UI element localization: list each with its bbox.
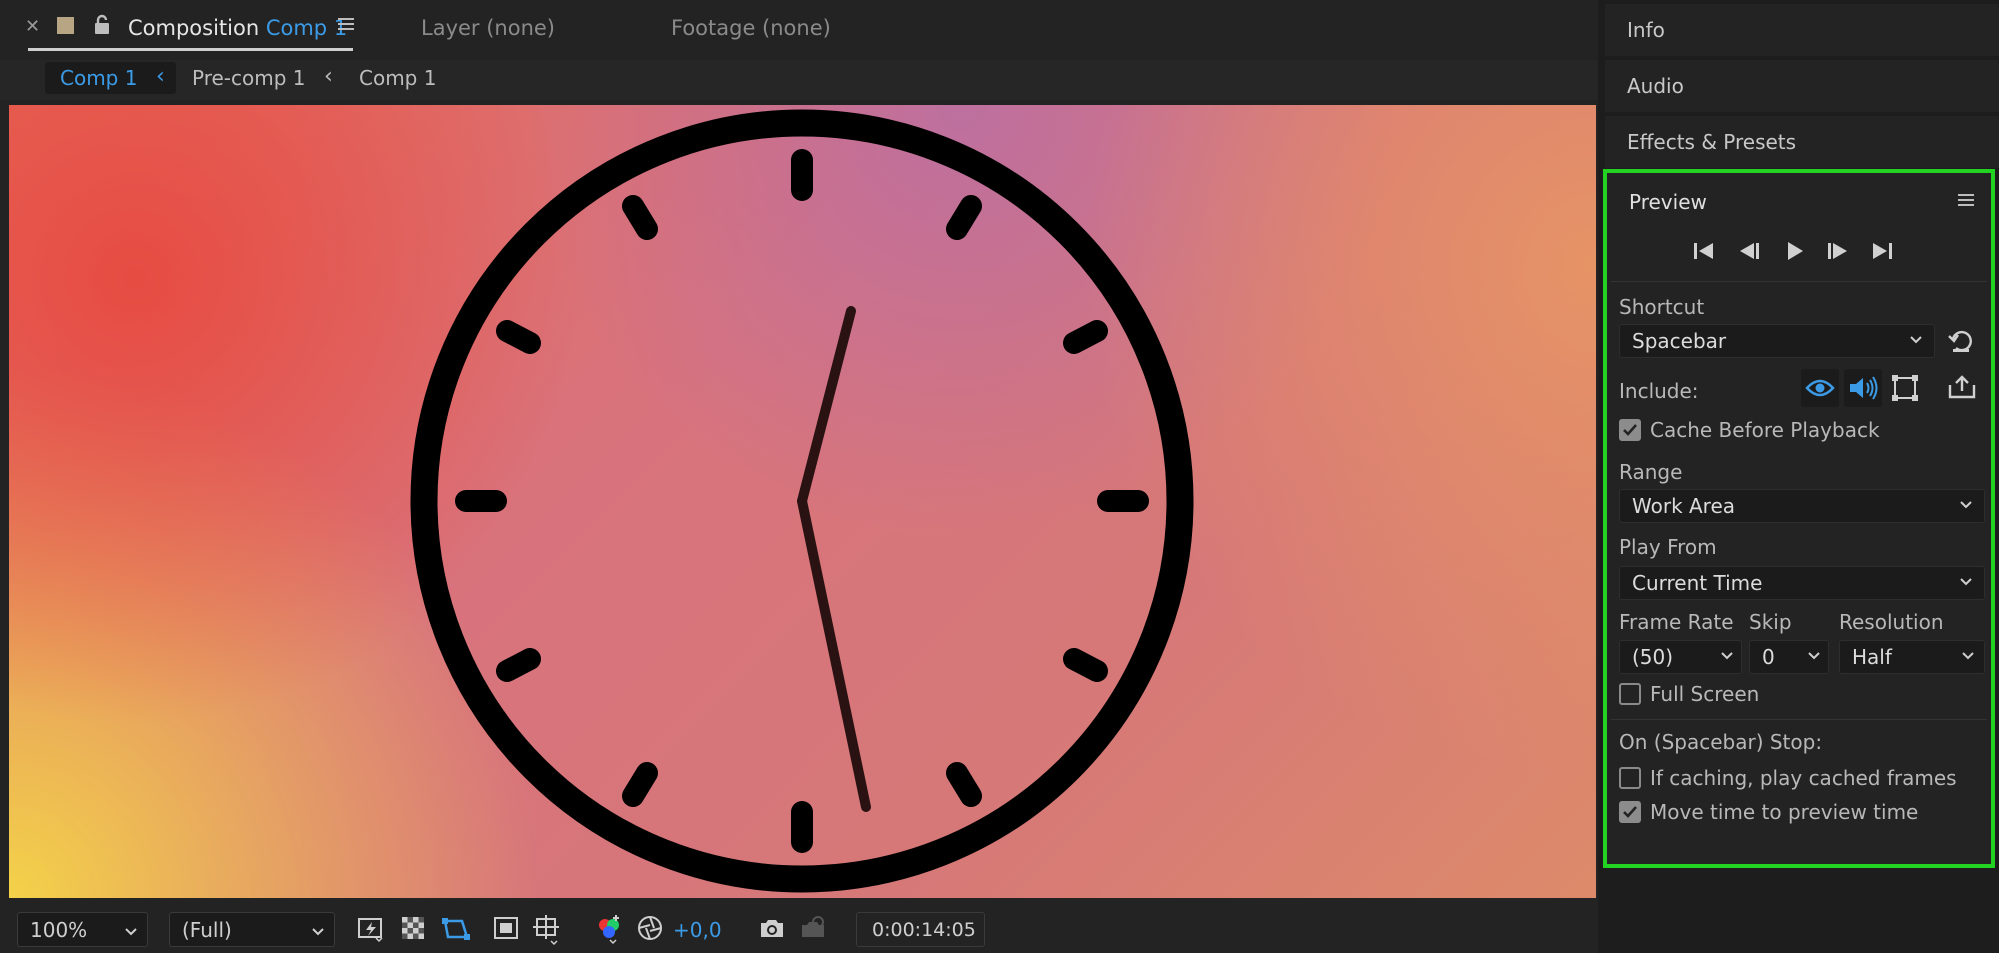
chevron-left-icon: ‹ <box>156 64 165 89</box>
tab-layer[interactable]: Layer (none) <box>421 16 555 40</box>
resolution-value: Half <box>1852 645 1892 669</box>
play-from-dropdown[interactable]: Current Time <box>1619 566 1985 600</box>
chevron-down-icon <box>1960 645 1976 669</box>
resolution-dropdown[interactable]: (Full) <box>169 912 335 947</box>
audio-panel-label: Audio <box>1627 74 1684 98</box>
skip-dropdown[interactable]: 0 <box>1749 640 1829 674</box>
shortcut-value: Spacebar <box>1632 329 1727 353</box>
play-icon[interactable] <box>1784 240 1806 266</box>
shortcut-dropdown[interactable]: Spacebar <box>1619 324 1935 358</box>
on-stop-label: On (Spacebar) Stop: <box>1619 730 1823 754</box>
if-caching-label: If caching, play cached frames <box>1650 766 1957 790</box>
show-channel-icon[interactable] <box>594 912 626 950</box>
range-dropdown[interactable]: Work Area <box>1619 489 1985 523</box>
export-icon[interactable] <box>1947 373 1977 405</box>
grid-guides-icon[interactable] <box>531 913 563 951</box>
divider <box>1611 281 1987 282</box>
chevron-down-icon <box>1958 571 1974 595</box>
move-time-label: Move time to preview time <box>1650 800 1919 824</box>
cache-before-playback-checkbox[interactable] <box>1619 419 1641 441</box>
include-audio-toggle[interactable] <box>1844 369 1882 407</box>
first-frame-icon[interactable] <box>1691 240 1717 266</box>
viewer-toolbar: 100% (Full) +0,0 0:00:14:05 <box>9 906 1596 953</box>
active-tab-underline <box>28 48 353 51</box>
breadcrumb-comp-1-parent[interactable]: Comp 1 <box>359 66 436 90</box>
full-screen-label: Full Screen <box>1650 682 1760 706</box>
tab-composition-label: Composition <box>128 16 260 40</box>
exposure-value[interactable]: +0,0 <box>673 918 722 942</box>
audio-panel-tab[interactable]: Audio <box>1605 60 1999 112</box>
preview-panel: Preview Shortcut Spacebar Include: Cache… <box>1603 169 1995 868</box>
resolution-dropdown[interactable]: Half <box>1839 640 1985 674</box>
include-overlays-toggle[interactable] <box>1890 373 1920 407</box>
previous-frame-icon[interactable] <box>1737 240 1763 266</box>
play-from-value: Current Time <box>1632 571 1763 595</box>
timecode-value: 0:00:14:05 <box>872 919 976 941</box>
panel-menu-icon[interactable] <box>336 14 356 38</box>
next-frame-icon[interactable] <box>1825 240 1851 266</box>
mask-path-visibility-icon[interactable] <box>440 913 472 949</box>
cache-before-playback-label: Cache Before Playback <box>1650 418 1880 442</box>
preview-title: Preview <box>1629 190 1707 214</box>
last-frame-icon[interactable] <box>1870 240 1896 266</box>
move-time-checkbox[interactable] <box>1619 801 1641 823</box>
chevron-down-icon <box>1908 329 1924 353</box>
reset-icon[interactable] <box>1947 327 1975 359</box>
chevron-down-icon <box>1958 494 1974 518</box>
chevron-down-icon <box>1806 645 1822 669</box>
lock-icon[interactable] <box>93 14 111 40</box>
current-time-display[interactable]: 0:00:14:05 <box>856 912 985 947</box>
effects-presets-panel-tab[interactable]: Effects & Presets <box>1605 116 1999 168</box>
zoom-value: 100% <box>30 918 88 942</box>
clock-graphic <box>410 109 1194 893</box>
chevron-down-icon <box>123 921 139 945</box>
tab-composition-name: Comp 1 <box>265 16 348 40</box>
frame-rate-value: (50) <box>1632 645 1674 669</box>
checkmark-icon <box>1623 806 1637 818</box>
if-caching-checkbox[interactable] <box>1619 767 1641 789</box>
frame-rate-label: Frame Rate <box>1619 610 1734 634</box>
chevron-left-icon: ‹ <box>324 64 333 89</box>
checkmark-icon <box>1623 424 1637 436</box>
transparency-grid-icon[interactable] <box>400 915 426 945</box>
frame-rate-dropdown[interactable]: (50) <box>1619 640 1742 674</box>
show-snapshot-icon <box>799 915 827 945</box>
include-video-toggle[interactable] <box>1801 369 1839 407</box>
effects-presets-label: Effects & Presets <box>1627 130 1797 154</box>
region-of-interest-icon[interactable] <box>493 915 519 945</box>
range-label: Range <box>1619 460 1683 484</box>
zoom-dropdown[interactable]: 100% <box>17 912 148 947</box>
fast-previews-icon[interactable] <box>356 914 386 948</box>
tab-footage[interactable]: Footage (none) <box>671 16 831 40</box>
exposure-reset-icon[interactable] <box>636 914 664 946</box>
speaker-icon <box>1850 376 1878 400</box>
range-value: Work Area <box>1632 494 1736 518</box>
preview-menu-icon[interactable] <box>1957 191 1975 213</box>
snapshot-camera-icon[interactable] <box>758 915 786 945</box>
close-tab-icon[interactable]: ✕ <box>25 16 40 37</box>
breadcrumb-pre-comp-1[interactable]: Pre-comp 1 <box>192 66 306 90</box>
tab-composition[interactable]: Composition Comp 1 <box>128 16 347 40</box>
chevron-down-icon <box>1719 645 1735 669</box>
include-label: Include: <box>1619 379 1699 403</box>
info-panel-label: Info <box>1627 18 1665 42</box>
viewer-tab-bar: ✕ Composition Comp 1 Layer (none) Footag… <box>0 0 1598 52</box>
skip-label: Skip <box>1749 610 1792 634</box>
composition-panel: ✕ Composition Comp 1 Layer (none) Footag… <box>0 0 1598 953</box>
resolution-value: (Full) <box>182 918 232 942</box>
overlay-frame-icon <box>1892 375 1918 401</box>
shortcut-label: Shortcut <box>1619 295 1705 319</box>
comp-color-swatch <box>57 17 74 34</box>
resolution-label: Resolution <box>1839 610 1944 634</box>
skip-value: 0 <box>1762 645 1775 669</box>
chevron-down-icon <box>310 921 326 945</box>
info-panel-tab[interactable]: Info <box>1605 4 1999 56</box>
eye-icon <box>1805 379 1835 397</box>
play-from-label: Play From <box>1619 535 1717 559</box>
divider <box>1611 719 1987 720</box>
composition-viewer[interactable] <box>9 105 1596 898</box>
comp-navigator: Comp 1 ‹ Pre-comp 1 ‹ Comp 1 <box>0 60 1598 100</box>
breadcrumb-comp-1[interactable]: Comp 1 <box>60 66 137 90</box>
full-screen-checkbox[interactable] <box>1619 683 1641 705</box>
